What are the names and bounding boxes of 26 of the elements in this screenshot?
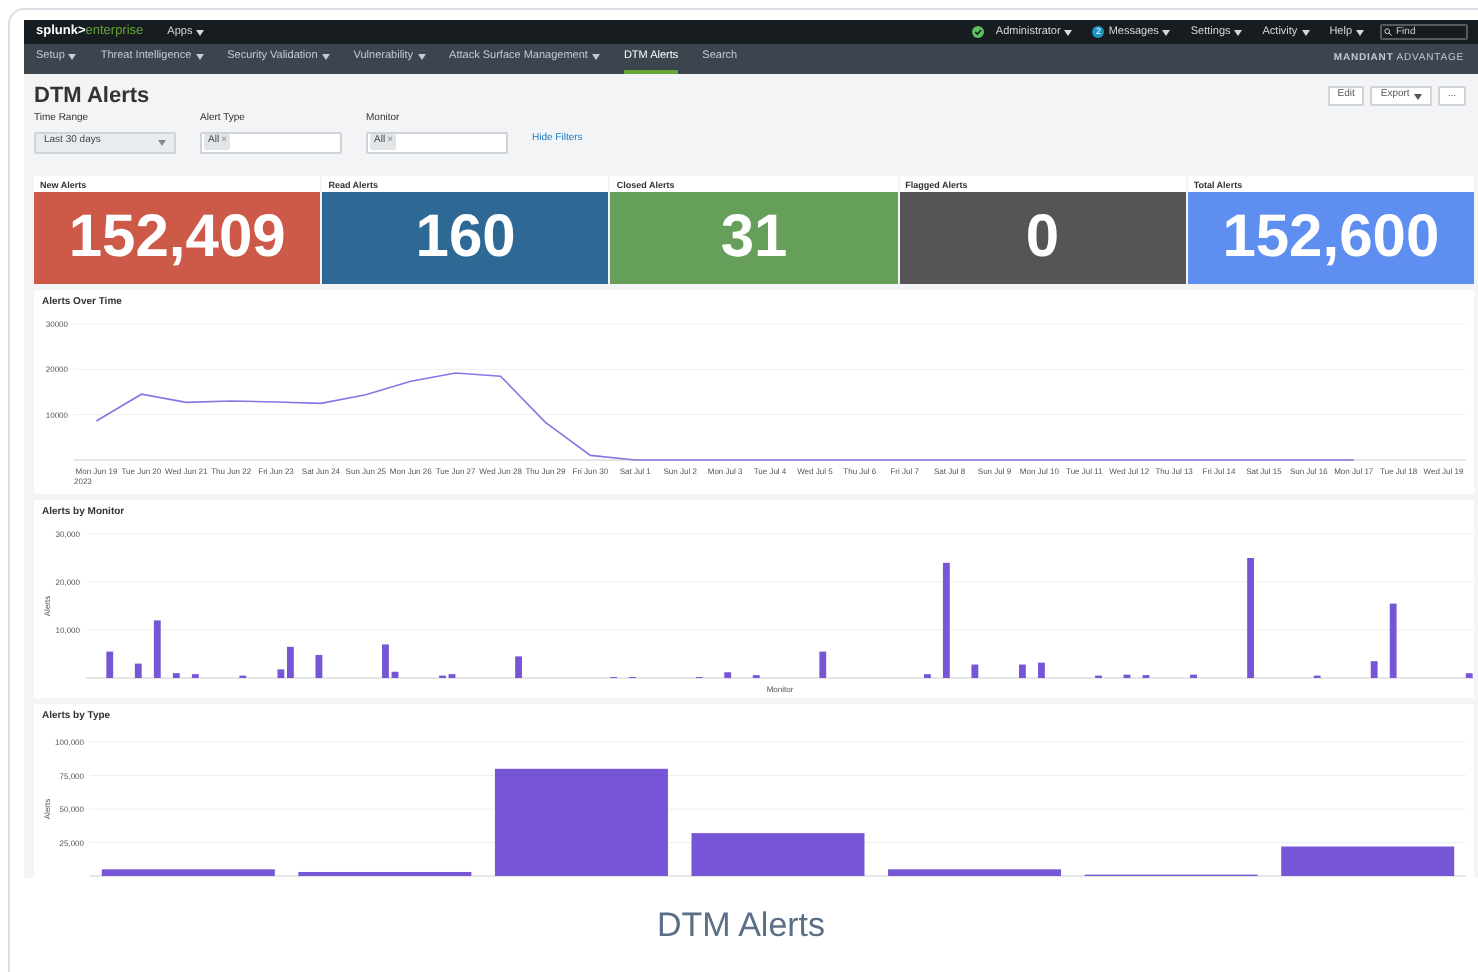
bar [1247,558,1254,678]
dashboard-title: DTM Alerts [34,84,150,108]
bar [153,620,161,678]
single-value: 152,409 [68,208,286,268]
single-value: 0 [1025,208,1060,268]
caption: DTM Alerts [656,903,826,948]
bar [106,651,114,678]
caret-icon [158,139,166,145]
single-value: 160 [415,208,516,268]
check-icon [971,26,984,38]
bar [942,562,950,678]
bar [515,656,522,678]
single-value: 152,600 [1222,208,1440,268]
bar [1019,664,1026,678]
bar [1370,661,1378,678]
bar [971,664,979,678]
bar [724,672,732,678]
bar [315,654,323,678]
bar [172,673,180,678]
search-icon [1384,28,1392,36]
bar [134,663,142,678]
bar [1465,673,1473,678]
single-value: 31 [720,208,788,268]
bar [1038,662,1045,678]
bar [819,651,827,678]
bar [1389,603,1397,678]
